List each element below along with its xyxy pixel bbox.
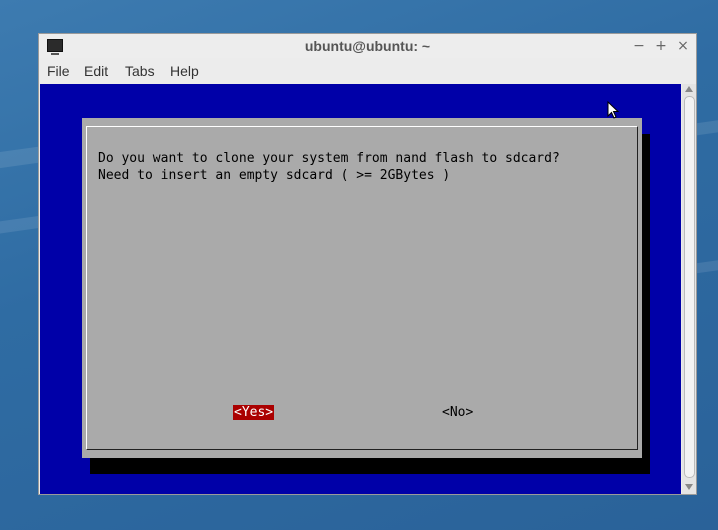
menu-help[interactable]: Help (170, 63, 199, 79)
terminal-window: ubuntu@ubuntu: ~ − + × File Edit Tabs He… (38, 33, 697, 495)
title-bar[interactable]: ubuntu@ubuntu: ~ − + × (39, 34, 696, 58)
scroll-down-icon[interactable] (685, 484, 693, 490)
window-title: ubuntu@ubuntu: ~ (304, 38, 431, 54)
yes-button[interactable]: <Yes> (233, 405, 275, 420)
maximize-button[interactable]: + (652, 37, 670, 55)
wallpaper-streak (694, 256, 718, 274)
menu-file[interactable]: File (47, 63, 70, 79)
mouse-pointer-icon (607, 101, 619, 119)
terminal-area[interactable]: Do you want to clone your system from na… (40, 84, 681, 494)
menu-edit[interactable]: Edit (84, 63, 108, 79)
scroll-thumb[interactable] (684, 96, 695, 478)
menu-bar: File Edit Tabs Help (39, 60, 696, 82)
dialog-message-line-1: Do you want to clone your system from na… (98, 151, 560, 166)
menu-tabs[interactable]: Tabs (125, 63, 155, 79)
minimize-button[interactable]: − (630, 37, 648, 55)
no-button[interactable]: <No> (441, 405, 474, 420)
scroll-up-icon[interactable] (685, 86, 693, 92)
dialog-message-line-2: Need to insert an empty sdcard ( >= 2GBy… (98, 168, 451, 183)
close-button[interactable]: × (674, 37, 692, 55)
vertical-scrollbar[interactable] (682, 84, 696, 494)
confirm-dialog: Do you want to clone your system from na… (82, 118, 642, 458)
